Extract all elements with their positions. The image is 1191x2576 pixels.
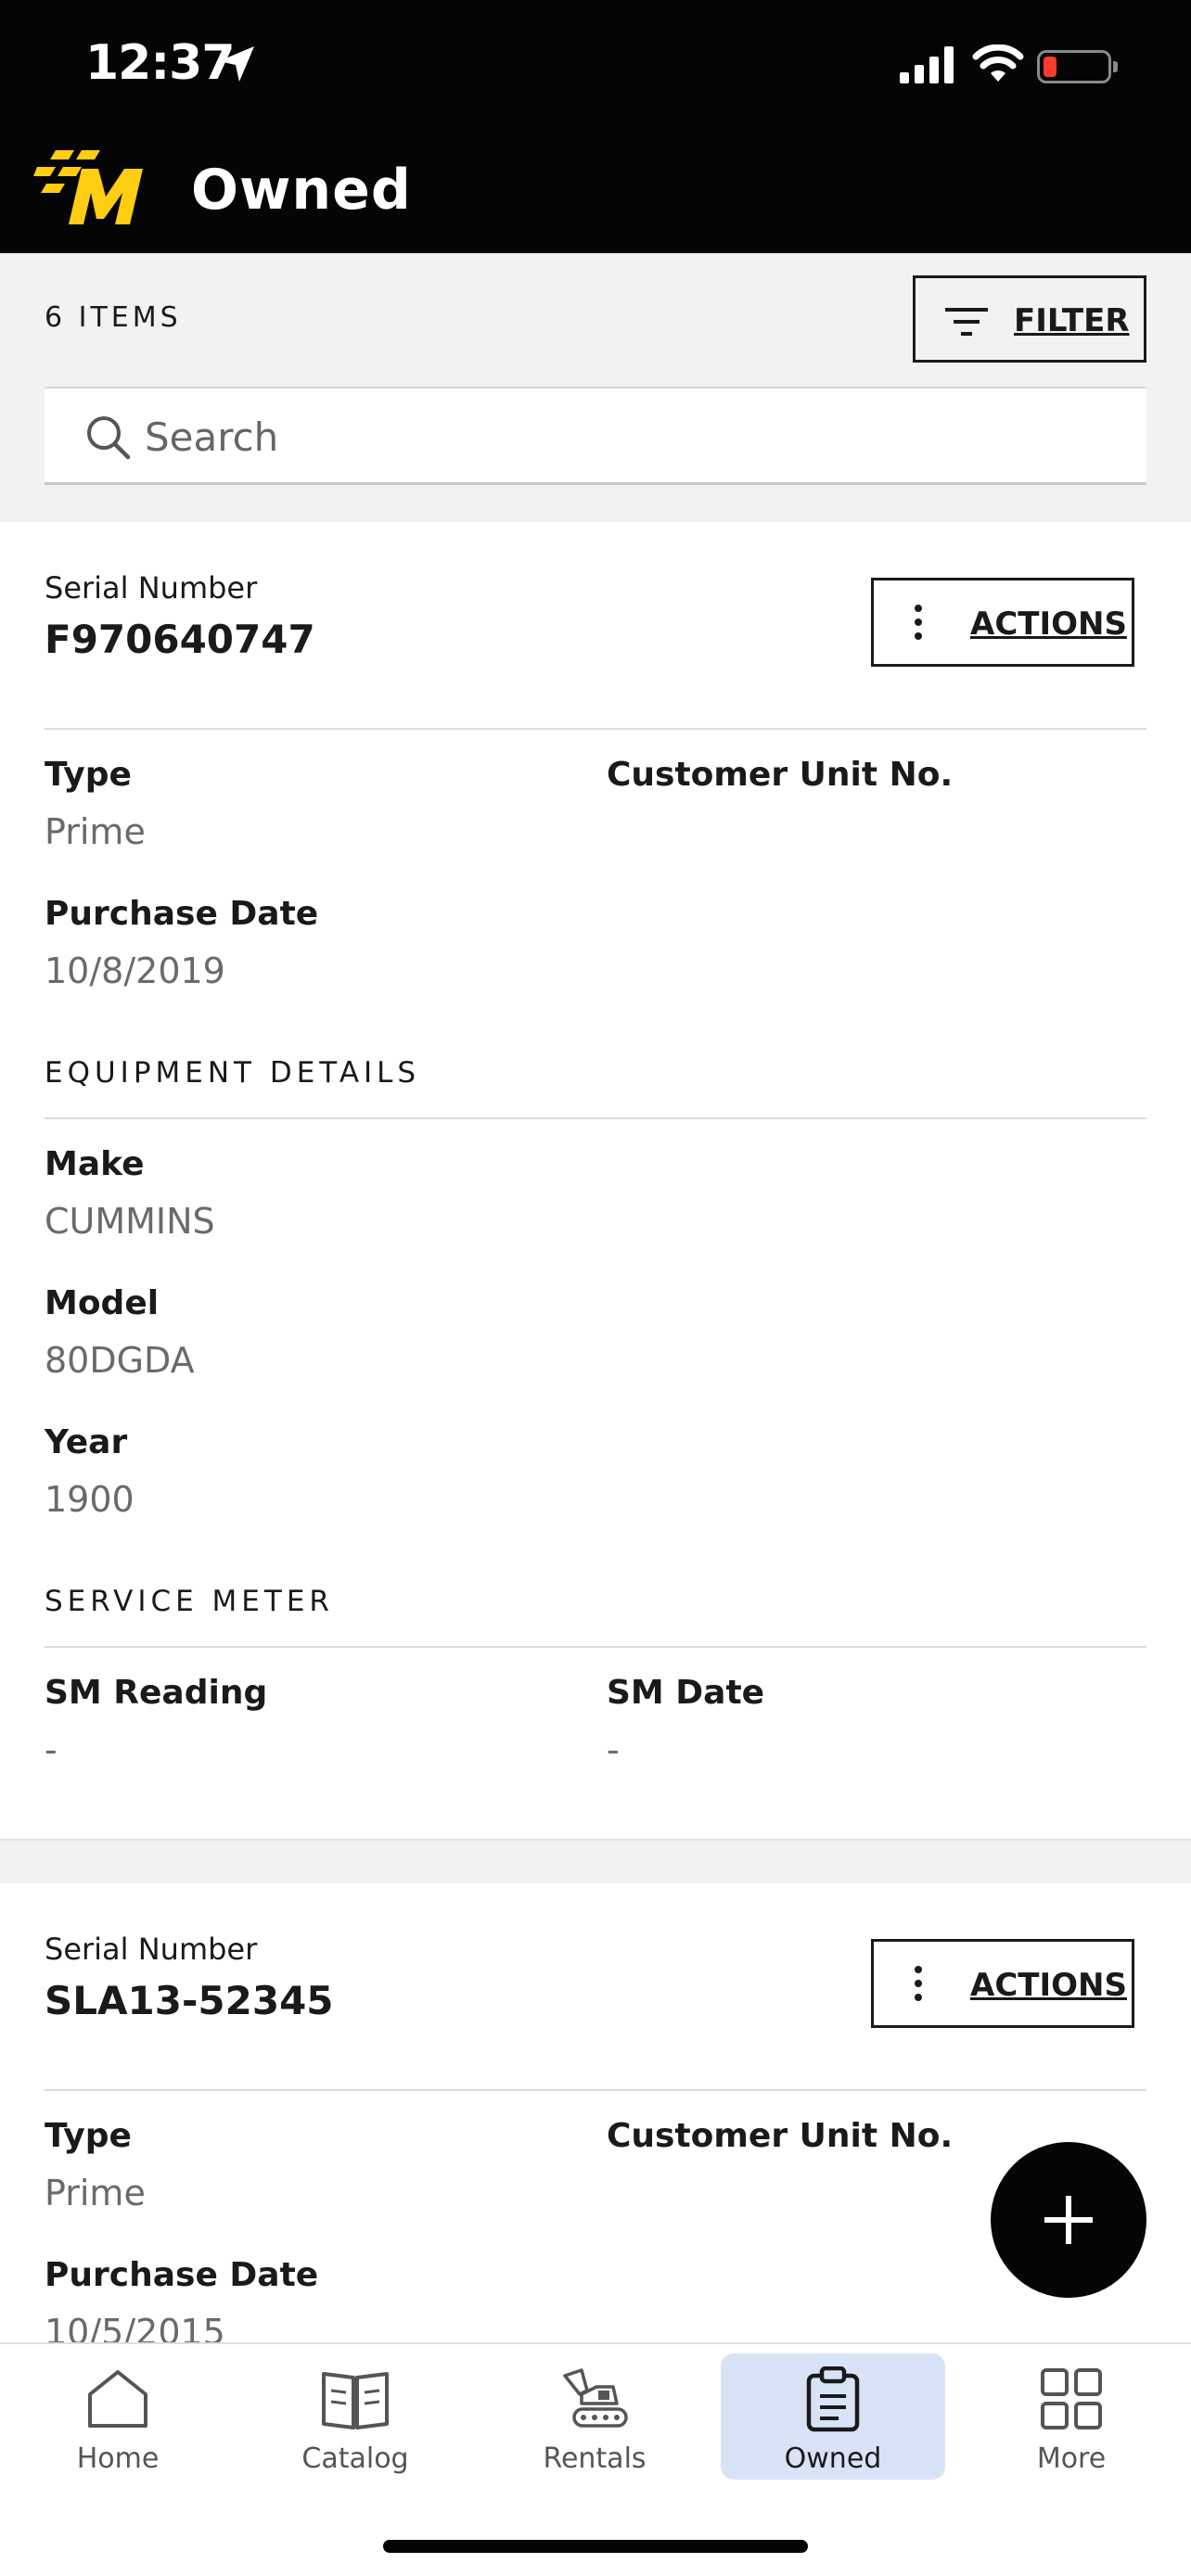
type-label: Type bbox=[45, 2117, 132, 2155]
actions-button[interactable]: ACTIONS bbox=[871, 1939, 1134, 2028]
list-toolbar: 6 ITEMS FILTER bbox=[0, 253, 1191, 522]
brand-logo bbox=[33, 150, 143, 224]
sm-reading-value: - bbox=[45, 1729, 58, 1770]
service-meter-heading: SERVICE METER bbox=[45, 1585, 334, 1618]
card-separator bbox=[0, 1839, 1191, 1883]
tab-catalog[interactable]: Catalog bbox=[243, 2353, 467, 2480]
tab-rentals[interactable]: Rentals bbox=[482, 2353, 707, 2480]
type-value: Prime bbox=[45, 2173, 146, 2213]
filter-button[interactable]: FILTER bbox=[913, 275, 1146, 363]
tab-label: Owned bbox=[784, 2442, 882, 2475]
home-icon bbox=[88, 2370, 147, 2428]
search-icon bbox=[87, 416, 131, 460]
divider bbox=[45, 2089, 1146, 2091]
serial-number-value: F970640747 bbox=[45, 617, 315, 662]
serial-number-label: Serial Number bbox=[45, 570, 258, 606]
search-input[interactable] bbox=[145, 405, 1109, 468]
equipment-card: Serial Number F970640747 ACTIONS Type Cu… bbox=[0, 522, 1191, 1839]
serial-number-value: SLA13-52345 bbox=[45, 1978, 334, 2023]
battery-icon bbox=[1037, 50, 1111, 83]
serial-number-label: Serial Number bbox=[45, 1932, 258, 1967]
excavator-icon bbox=[563, 2368, 628, 2428]
divider bbox=[45, 1117, 1146, 1119]
customer-unit-label: Customer Unit No. bbox=[607, 756, 954, 794]
type-value: Prime bbox=[45, 811, 146, 852]
tab-owned[interactable]: Owned bbox=[721, 2353, 945, 2480]
actions-label: ACTIONS bbox=[970, 1967, 1127, 2004]
sm-date-value: - bbox=[607, 1729, 620, 1770]
actions-label: ACTIONS bbox=[970, 606, 1127, 643]
model-value: 80DGDA bbox=[45, 1340, 195, 1381]
purchase-date-label: Purchase Date bbox=[45, 2256, 319, 2294]
purchase-date-value: 10/8/2019 bbox=[45, 950, 225, 991]
cellular-signal-icon bbox=[900, 46, 954, 83]
actions-button[interactable]: ACTIONS bbox=[871, 578, 1134, 667]
wifi-icon bbox=[972, 45, 1024, 82]
location-arrow-icon bbox=[219, 46, 254, 82]
app-header: 12:37 Owned bbox=[0, 0, 1191, 253]
divider bbox=[45, 1646, 1146, 1648]
make-label: Make bbox=[45, 1145, 145, 1183]
tab-label: More bbox=[1036, 2442, 1107, 2475]
clipboard-icon bbox=[806, 2366, 860, 2432]
tab-label: Catalog bbox=[301, 2442, 409, 2475]
sm-reading-label: SM Reading bbox=[45, 1674, 268, 1712]
plus-icon bbox=[1044, 2196, 1093, 2244]
divider bbox=[45, 728, 1146, 730]
sm-date-label: SM Date bbox=[607, 1674, 765, 1712]
grid-icon bbox=[1041, 2368, 1102, 2429]
year-label: Year bbox=[45, 1423, 128, 1461]
tab-more[interactable]: More bbox=[959, 2353, 1184, 2480]
more-vertical-icon bbox=[915, 1966, 924, 2008]
tab-label: Home bbox=[76, 2442, 160, 2475]
customer-unit-label: Customer Unit No. bbox=[607, 2117, 954, 2155]
filter-label: FILTER bbox=[1014, 302, 1130, 339]
purchase-date-label: Purchase Date bbox=[45, 895, 319, 933]
filter-icon bbox=[945, 308, 988, 336]
equipment-details-heading: EQUIPMENT DETAILS bbox=[45, 1056, 421, 1090]
page-title: Owned bbox=[191, 158, 412, 223]
home-indicator bbox=[383, 2540, 808, 2553]
tab-label: Rentals bbox=[543, 2442, 647, 2475]
tab-home[interactable]: Home bbox=[6, 2353, 230, 2480]
make-value: CUMMINS bbox=[45, 1201, 215, 1242]
book-icon bbox=[322, 2372, 389, 2429]
status-time: 12:37 bbox=[85, 35, 236, 91]
more-vertical-icon bbox=[915, 605, 924, 646]
equipment-card: Serial Number SLA13-52345 ACTIONS Type C… bbox=[0, 1883, 1191, 2353]
type-label: Type bbox=[45, 756, 132, 794]
item-count: 6 ITEMS bbox=[45, 301, 182, 334]
year-value: 1900 bbox=[45, 1479, 134, 1520]
search-bar[interactable] bbox=[45, 387, 1146, 485]
model-label: Model bbox=[45, 1284, 160, 1322]
add-equipment-button[interactable] bbox=[991, 2142, 1146, 2298]
